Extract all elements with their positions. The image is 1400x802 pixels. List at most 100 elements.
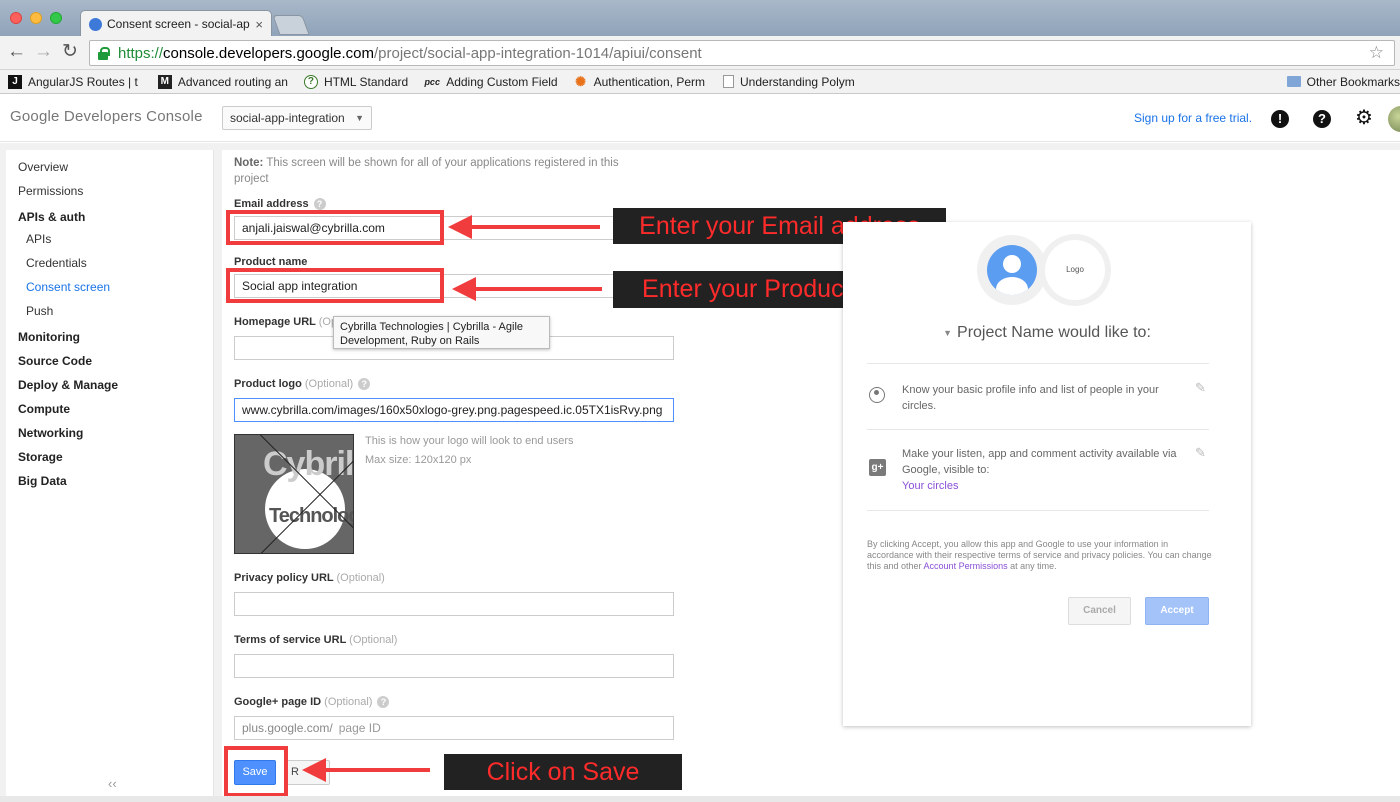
avatar[interactable]: [1388, 106, 1400, 132]
collapse-sidebar-icon[interactable]: ‹‹: [108, 776, 117, 791]
email-highlight-box: [226, 210, 444, 245]
bookmark-item[interactable]: pcc Adding Custom Field: [424, 75, 557, 89]
help-icon[interactable]: ?: [1313, 110, 1331, 128]
product-logo-label-text: Product logo: [234, 378, 302, 390]
forward-icon[interactable]: →: [34, 41, 53, 63]
sidebar-item-permissions[interactable]: Permissions: [18, 184, 83, 198]
other-bookmarks[interactable]: Other Bookmarks: [1286, 74, 1400, 89]
homepage-url-label: Homepage URL (Op: [234, 316, 337, 328]
user-head-shape: [1003, 255, 1021, 273]
sidebar-item-apis[interactable]: APIs: [26, 232, 51, 246]
privacy-policy-field[interactable]: [234, 592, 674, 616]
permission-profile: Know your basic profile info and list of…: [902, 384, 1159, 412]
sidebar-item-big-data[interactable]: Big Data: [18, 474, 67, 488]
arrow-to-save: [302, 758, 430, 782]
folder-icon: [1286, 76, 1301, 87]
terms-of-service-label: Terms of service URL (Optional): [234, 634, 397, 646]
arrow-to-email: [448, 215, 600, 239]
preview-cancel-button[interactable]: Cancel: [1068, 597, 1131, 625]
email-label: Email address?: [234, 198, 326, 211]
browser-tab-active[interactable]: Consent screen - social-ap ×: [80, 10, 272, 37]
preview-accept-button[interactable]: Accept: [1145, 597, 1209, 625]
logo-size-hint: Max size: 120x120 px: [365, 454, 472, 466]
product-name-label: Product name: [234, 256, 308, 268]
product-logo-field[interactable]: www.cybrilla.com/images/160x50xlogo-grey…: [234, 398, 674, 422]
edit-pencil-icon[interactable]: ✎: [1195, 380, 1206, 396]
bookmark-auth-icon: ✺: [575, 73, 587, 89]
sidebar-item-storage[interactable]: Storage: [18, 450, 63, 464]
gplus-page-id-field[interactable]: plus.google.com/page ID: [234, 716, 674, 740]
tab-title: Consent screen - social-ap: [107, 17, 250, 31]
url-scheme: https://: [118, 44, 164, 62]
cloud-console-icon: [89, 17, 102, 31]
edit-pencil-icon[interactable]: ✎: [1195, 445, 1206, 461]
save-callout: Click on Save: [444, 754, 682, 790]
sidebar-item-monitoring[interactable]: Monitoring: [18, 330, 80, 344]
bookmark-question-icon: ?: [303, 74, 318, 89]
close-window-button[interactable]: [10, 12, 22, 24]
sidebar-item-consent-screen[interactable]: Consent screen: [26, 280, 110, 294]
consent-preview-card: Logo ▼ Project Name would like to: Know y…: [843, 222, 1251, 726]
google-plus-icon: g+: [869, 459, 886, 476]
sidebar-item-push[interactable]: Push: [26, 304, 53, 318]
bookmark-label: Authentication, Perm: [593, 74, 705, 89]
consent-note: Note: This screen will be shown for all …: [234, 155, 654, 187]
feedback-icon[interactable]: !: [1271, 110, 1289, 128]
optional-tag: (Optional): [324, 696, 373, 708]
bookmark-item[interactable]: Understanding Polym: [723, 75, 855, 89]
user-body-shape: [996, 277, 1028, 295]
tab-close-icon[interactable]: ×: [255, 17, 263, 32]
terms-of-service-label-text: Terms of service URL: [234, 634, 347, 646]
minimize-window-button[interactable]: [30, 12, 42, 24]
dropdown-icon[interactable]: ▼: [943, 328, 952, 338]
divider: [867, 429, 1209, 430]
homepage-url-label-text: Homepage URL: [234, 316, 316, 328]
bookmark-item[interactable]: ✺ Authentication, Perm: [574, 73, 705, 89]
help-icon[interactable]: ?: [358, 378, 371, 391]
logo-preview-image: Cybrilla Technologies: [234, 434, 354, 554]
sidebar-item-credentials[interactable]: Credentials: [26, 256, 87, 270]
your-circles-link[interactable]: Your circles: [902, 480, 958, 492]
gear-icon[interactable]: ⚙: [1355, 107, 1373, 129]
console-header: Google Developers Console social-app-int…: [0, 94, 1400, 142]
project-selector[interactable]: social-app-integration ▼: [222, 106, 372, 130]
bookmark-m-icon: M: [157, 74, 172, 89]
signup-link[interactable]: Sign up for a free trial.: [1134, 111, 1252, 125]
bookmark-item[interactable]: ? HTML Standard: [303, 74, 408, 89]
optional-tag: (Optional): [304, 378, 354, 390]
console-brand[interactable]: Google Developers Console: [10, 108, 203, 125]
bookmark-page-icon: [723, 75, 734, 88]
maximize-window-button[interactable]: [50, 12, 62, 24]
bookmark-item[interactable]: J AngularJS Routes | t: [8, 74, 138, 89]
bookmark-pcc-icon: pcc: [424, 76, 440, 87]
terms-of-service-field[interactable]: [234, 654, 674, 678]
bookmark-label: Understanding Polym: [740, 74, 855, 89]
bookmark-label: Adding Custom Field: [446, 74, 558, 89]
bookmark-label: AngularJS Routes | t: [28, 74, 138, 89]
help-icon[interactable]: ?: [313, 198, 326, 211]
help-icon[interactable]: ?: [377, 696, 390, 709]
sidebar-item-source-code[interactable]: Source Code: [18, 354, 92, 368]
bookmark-star-icon[interactable]: ☆: [1369, 43, 1384, 63]
legal-text: By clicking Accept, you allow this app a…: [867, 539, 1215, 572]
reload-icon[interactable]: ↻: [62, 41, 78, 63]
horizontal-scrollbar[interactable]: [0, 796, 1400, 802]
back-icon[interactable]: ←: [7, 41, 26, 63]
address-bar[interactable]: https://console.developers.google.com/pr…: [89, 40, 1395, 66]
account-permissions-link[interactable]: Account Permissions: [924, 561, 1008, 571]
sidebar-item-apis-auth[interactable]: APIs & auth: [18, 210, 85, 224]
other-bookmarks-label: Other Bookmarks: [1306, 74, 1400, 89]
logo-hint: This is how your logo will look to end u…: [365, 435, 574, 447]
sidebar-item-deploy-manage[interactable]: Deploy & Manage: [18, 378, 118, 392]
bookmark-label: Advanced routing an: [177, 74, 288, 89]
sidebar-item-compute[interactable]: Compute: [18, 402, 70, 416]
sidebar-item-networking[interactable]: Networking: [18, 426, 83, 440]
autocomplete-tooltip[interactable]: Cybrilla Technologies | Cybrilla - Agile…: [333, 316, 550, 349]
sidebar-item-overview[interactable]: Overview: [18, 160, 68, 174]
sidebar: Overview Permissions APIs & auth APIs Cr…: [6, 150, 214, 796]
new-tab-button[interactable]: [272, 15, 310, 35]
preview-title-text: Project Name would like to:: [957, 324, 1151, 341]
bookmark-item[interactable]: M Advanced routing an: [157, 74, 288, 89]
save-highlight-box: [224, 746, 288, 797]
product-highlight-box: [226, 268, 444, 303]
